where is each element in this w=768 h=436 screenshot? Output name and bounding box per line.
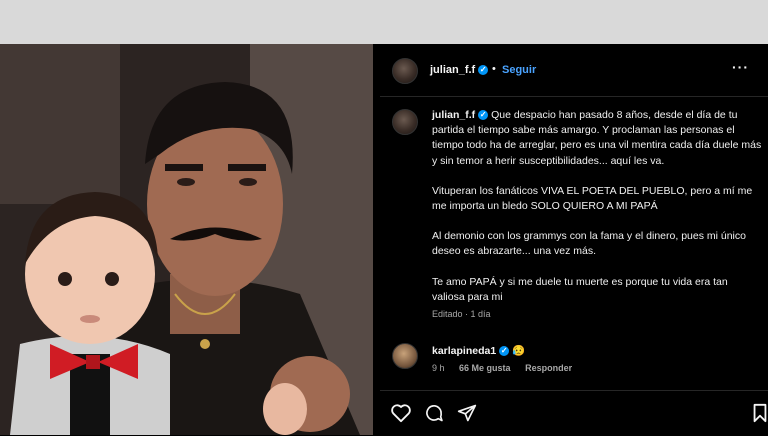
follow-button[interactable]: Seguir: [502, 64, 536, 76]
share-icon[interactable]: [456, 403, 478, 423]
comment-icon[interactable]: [423, 403, 445, 423]
commenter-avatar[interactable]: [392, 343, 418, 369]
more-options-icon[interactable]: ···: [732, 59, 749, 75]
photo-illustration: [0, 44, 373, 435]
post-header: julian_f.f ✓ • Seguir ···: [380, 44, 768, 97]
caption-paragraph-2: Vituperan los fanáticos VIVA EL POETA DE…: [432, 184, 753, 213]
comment: karlapineda1 ✓ 😥: [432, 344, 525, 357]
verified-icon: ✓: [478, 110, 489, 121]
top-bar: [0, 0, 768, 44]
caption-paragraph-4: Te amo PAPÁ y si me duele tu muerte es p…: [432, 275, 728, 303]
commenter-username-text[interactable]: karlapineda1: [432, 345, 496, 357]
post-caption: julian_f.f ✓ Que despacio han pasado 8 añ…: [432, 108, 762, 320]
commenter-username[interactable]: karlapineda1 ✓: [432, 345, 510, 357]
caption-username-text[interactable]: julian_f.f: [432, 109, 475, 121]
comment-time[interactable]: 9 h: [432, 363, 445, 373]
edited-label: Editado · 1 día: [432, 309, 491, 319]
verified-icon: ✓: [478, 65, 489, 76]
author-username-text[interactable]: julian_f.f: [430, 64, 475, 76]
reply-button[interactable]: Responder: [525, 363, 572, 373]
bookmark-icon[interactable]: [752, 403, 768, 423]
author-username[interactable]: julian_f.f ✓: [430, 64, 489, 76]
action-bar: [380, 390, 768, 436]
comment-emoji: 😥: [512, 345, 526, 357]
verified-icon: ✓: [499, 346, 510, 357]
post-photo[interactable]: [0, 44, 373, 435]
heart-icon[interactable]: [390, 403, 412, 423]
separator-dot: •: [492, 63, 496, 75]
caption-paragraph-1: julian_f.f ✓ Que despacio han pasado 8 añ…: [432, 108, 762, 169]
caption-paragraph-3: Al demonio con los grammys con la fama y…: [432, 230, 746, 258]
comment-meta: 9 h 66 Me gusta Responder: [432, 363, 584, 373]
caption-username[interactable]: julian_f.f ✓: [432, 109, 489, 121]
caption-avatar[interactable]: [392, 109, 418, 135]
comment-likes[interactable]: 66 Me gusta: [459, 363, 511, 373]
author-avatar[interactable]: [392, 58, 418, 84]
post-panel: julian_f.f ✓ • Seguir ··· julian_f.f ✓ Que…: [380, 44, 768, 435]
